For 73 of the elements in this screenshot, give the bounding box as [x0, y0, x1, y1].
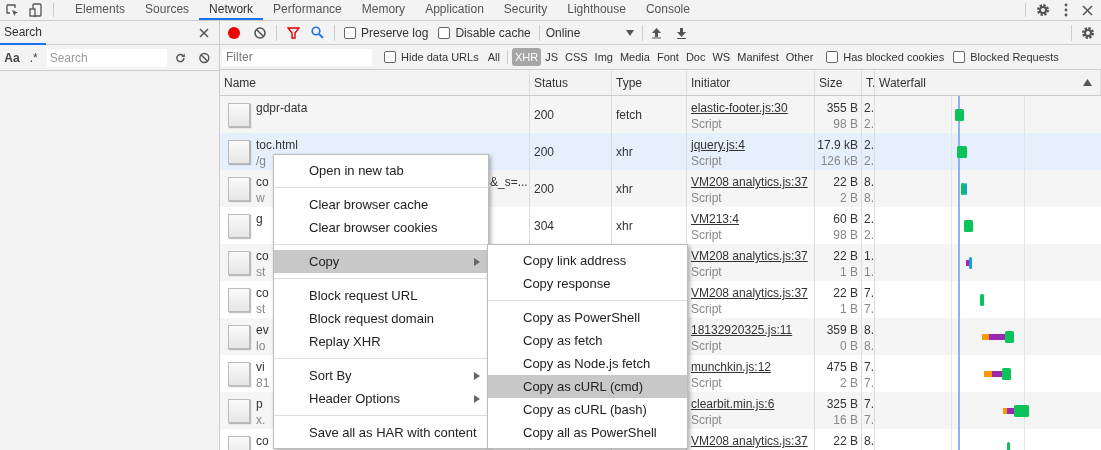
time-cell: 2.	[864, 100, 874, 116]
size-cell: 22 B	[833, 285, 858, 301]
request-path: st	[256, 264, 267, 280]
type-cell-text: xhr	[616, 180, 633, 198]
size-cell: 22 B	[833, 248, 858, 264]
latency-cell: 8.	[864, 338, 874, 354]
size-cell: 22 B	[833, 433, 858, 449]
latency-cell: 2.	[864, 116, 874, 132]
initiator-type: Script	[691, 412, 723, 428]
time-cell: 8.	[864, 433, 874, 449]
status-cell-text: 200	[534, 106, 555, 124]
initiator-type: Script	[691, 264, 723, 280]
initiator-type: Script	[691, 301, 723, 317]
type-cell-text: xhr	[616, 143, 633, 161]
latency-cell: 1.	[864, 264, 874, 280]
resource-size: 1 B	[840, 301, 858, 317]
time-cell: 2.	[864, 137, 874, 153]
resource-size: 0 B	[840, 338, 858, 354]
request-name: &_s=...	[490, 174, 528, 190]
time-cell: 8.	[864, 174, 874, 190]
time-cell: 2.	[864, 211, 874, 227]
latency-cell: 7.	[864, 375, 874, 391]
resource-size: 2 B	[840, 375, 858, 391]
status-cell-text: 200	[534, 143, 555, 161]
status-cell-text: 200	[534, 180, 555, 198]
initiator-type: Script	[691, 375, 723, 391]
initiator-type: Script	[691, 338, 723, 354]
resource-size: 98 B	[833, 116, 858, 132]
resource-size: 16 B	[833, 412, 858, 428]
request-name: toc.html	[256, 137, 298, 153]
size-cell: 355 B	[826, 100, 858, 116]
latency-cell: 7.	[864, 412, 874, 428]
size-cell: 17.9 kB	[817, 137, 858, 153]
latency-cell: 2.	[864, 227, 874, 243]
type-cell-text: xhr	[616, 217, 633, 235]
request-path: x.	[256, 412, 266, 428]
request-name: co	[256, 248, 269, 264]
initiator-type: Script	[691, 227, 723, 243]
size-cell: 22 B	[833, 174, 858, 190]
request-path: /g	[256, 153, 267, 169]
request-path: w	[256, 190, 266, 206]
request-name: vi	[256, 359, 266, 375]
request-name: co	[256, 285, 269, 301]
initiator-type: Script	[691, 153, 723, 169]
time-cell: 7.	[864, 285, 874, 301]
initiator-type: Script	[691, 116, 723, 132]
time-cell: 7.	[864, 359, 874, 375]
request-path: 81	[256, 375, 270, 391]
size-cell: 475 B	[826, 359, 858, 375]
request-name: co	[256, 174, 269, 190]
resource-size: 1 B	[840, 264, 858, 280]
initiator-type: Script	[691, 190, 723, 206]
status-cell-text: 304	[534, 217, 555, 235]
size-cell: 325 B	[826, 396, 858, 412]
time-cell: 7.	[864, 396, 874, 412]
latency-cell: 7.	[864, 301, 874, 317]
time-cell: 8.	[864, 322, 874, 338]
request-path: st	[256, 301, 267, 317]
resource-size: 98 B	[833, 227, 858, 243]
request-name: gdpr-data	[256, 100, 308, 116]
request-name: g	[256, 211, 263, 227]
latency-cell: 8.	[864, 190, 874, 206]
request-path: lo	[256, 338, 267, 354]
request-name: ev	[256, 322, 269, 338]
type-cell-text: fetch	[616, 106, 642, 124]
resource-size: 126 kB	[820, 153, 858, 169]
latency-cell: 2.	[864, 153, 874, 169]
request-name: p	[256, 396, 264, 412]
size-cell: 60 B	[833, 211, 858, 227]
time-cell: 1.	[864, 248, 874, 264]
size-cell: 359 B	[826, 322, 858, 338]
resource-size: 2 B	[840, 190, 858, 206]
request-name: co	[256, 433, 269, 449]
